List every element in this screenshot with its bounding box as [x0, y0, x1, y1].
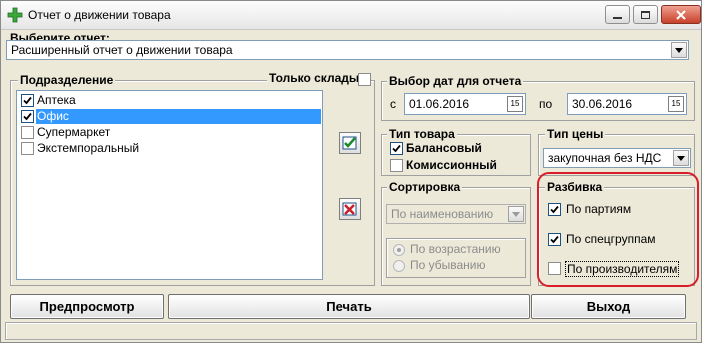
- date-from-value: 01.06.2016: [409, 97, 470, 111]
- sorting-title: Сортировка: [387, 180, 463, 194]
- report-select[interactable]: Расширенный отчет о движении товара: [6, 40, 689, 60]
- dates-title: Выбор дат для отчета: [387, 74, 524, 88]
- date-from-label: с: [390, 97, 396, 111]
- department-label: Аптека: [37, 93, 76, 107]
- report-window: Отчет о движении товара Выберите отчет: …: [0, 0, 702, 343]
- deselect-all-button[interactable]: [339, 198, 361, 220]
- commission-checkbox[interactable]: [390, 159, 403, 172]
- date-to-input[interactable]: 30.06.2016 15: [567, 93, 687, 115]
- sorting-select[interactable]: По наименованию: [386, 204, 526, 224]
- sort-asc-label: По возрастанию: [410, 242, 501, 256]
- calendar-icon[interactable]: 15: [507, 96, 523, 112]
- date-to-value: 30.06.2016: [572, 97, 633, 111]
- minimize-icon: [613, 16, 622, 19]
- preview-button[interactable]: Предпросмотр: [10, 294, 164, 319]
- close-icon: [676, 9, 686, 20]
- price-type-value: закупочная без НДС: [548, 151, 662, 165]
- chevron-down-icon[interactable]: [508, 206, 524, 222]
- title-bar[interactable]: Отчет о движении товара: [1, 1, 701, 30]
- list-item[interactable]: Офис: [19, 109, 321, 125]
- check-all-icon: [342, 136, 357, 150]
- close-button[interactable]: [661, 5, 701, 24]
- app-cross-icon: [7, 7, 23, 23]
- maximize-icon: [641, 10, 650, 19]
- price-type-title: Тип цены: [545, 127, 606, 141]
- checkmark-icon: [23, 112, 32, 121]
- commission-label: Комиссионный: [406, 158, 497, 172]
- department-checkbox[interactable]: [21, 110, 34, 123]
- print-button[interactable]: Печать: [168, 294, 530, 319]
- department-label: Офис: [36, 109, 321, 124]
- status-bar: [5, 322, 697, 340]
- maximize-button[interactable]: [633, 5, 658, 24]
- departments-title: Подразделение: [18, 73, 116, 87]
- checkmark-icon: [23, 96, 32, 105]
- calendar-icon[interactable]: 15: [668, 96, 684, 112]
- balance-checkbox[interactable]: [390, 142, 403, 155]
- only-warehouses-checkbox[interactable]: [358, 73, 371, 86]
- minimize-button[interactable]: [605, 5, 630, 24]
- department-checkbox[interactable]: [21, 142, 34, 155]
- sort-desc-label: По убыванию: [410, 258, 486, 272]
- balance-label: Балансовый: [406, 141, 482, 155]
- report-select-value: Расширенный отчет о движении товара: [11, 43, 233, 57]
- date-to-label: по: [539, 97, 553, 111]
- price-type-select[interactable]: закупочная без НДС: [543, 148, 691, 168]
- window-title: Отчет о движении товара: [28, 8, 171, 22]
- chevron-down-icon[interactable]: [673, 150, 689, 166]
- sort-desc-radio[interactable]: [393, 260, 405, 272]
- date-from-input[interactable]: 01.06.2016 15: [404, 93, 526, 115]
- select-all-button[interactable]: [339, 132, 361, 154]
- chevron-down-icon[interactable]: [671, 42, 687, 58]
- uncheck-all-icon: [342, 202, 357, 216]
- highlight-annotation: [537, 172, 699, 287]
- sort-asc-radio[interactable]: [393, 244, 405, 256]
- exit-button[interactable]: Выход: [531, 294, 686, 319]
- department-checkbox[interactable]: [21, 126, 34, 139]
- goods-type-title: Тип товара: [387, 127, 457, 141]
- only-warehouses-label: Только склады: [267, 71, 362, 85]
- checkmark-icon: [392, 144, 401, 153]
- sorting-value: По наименованию: [391, 207, 494, 221]
- department-label: Экстемпоральный: [37, 141, 140, 155]
- departments-list[interactable]: Аптека Офис Супермаркет Экстемпоральный: [16, 90, 323, 280]
- department-checkbox[interactable]: [21, 94, 34, 107]
- department-label: Супермаркет: [37, 125, 111, 139]
